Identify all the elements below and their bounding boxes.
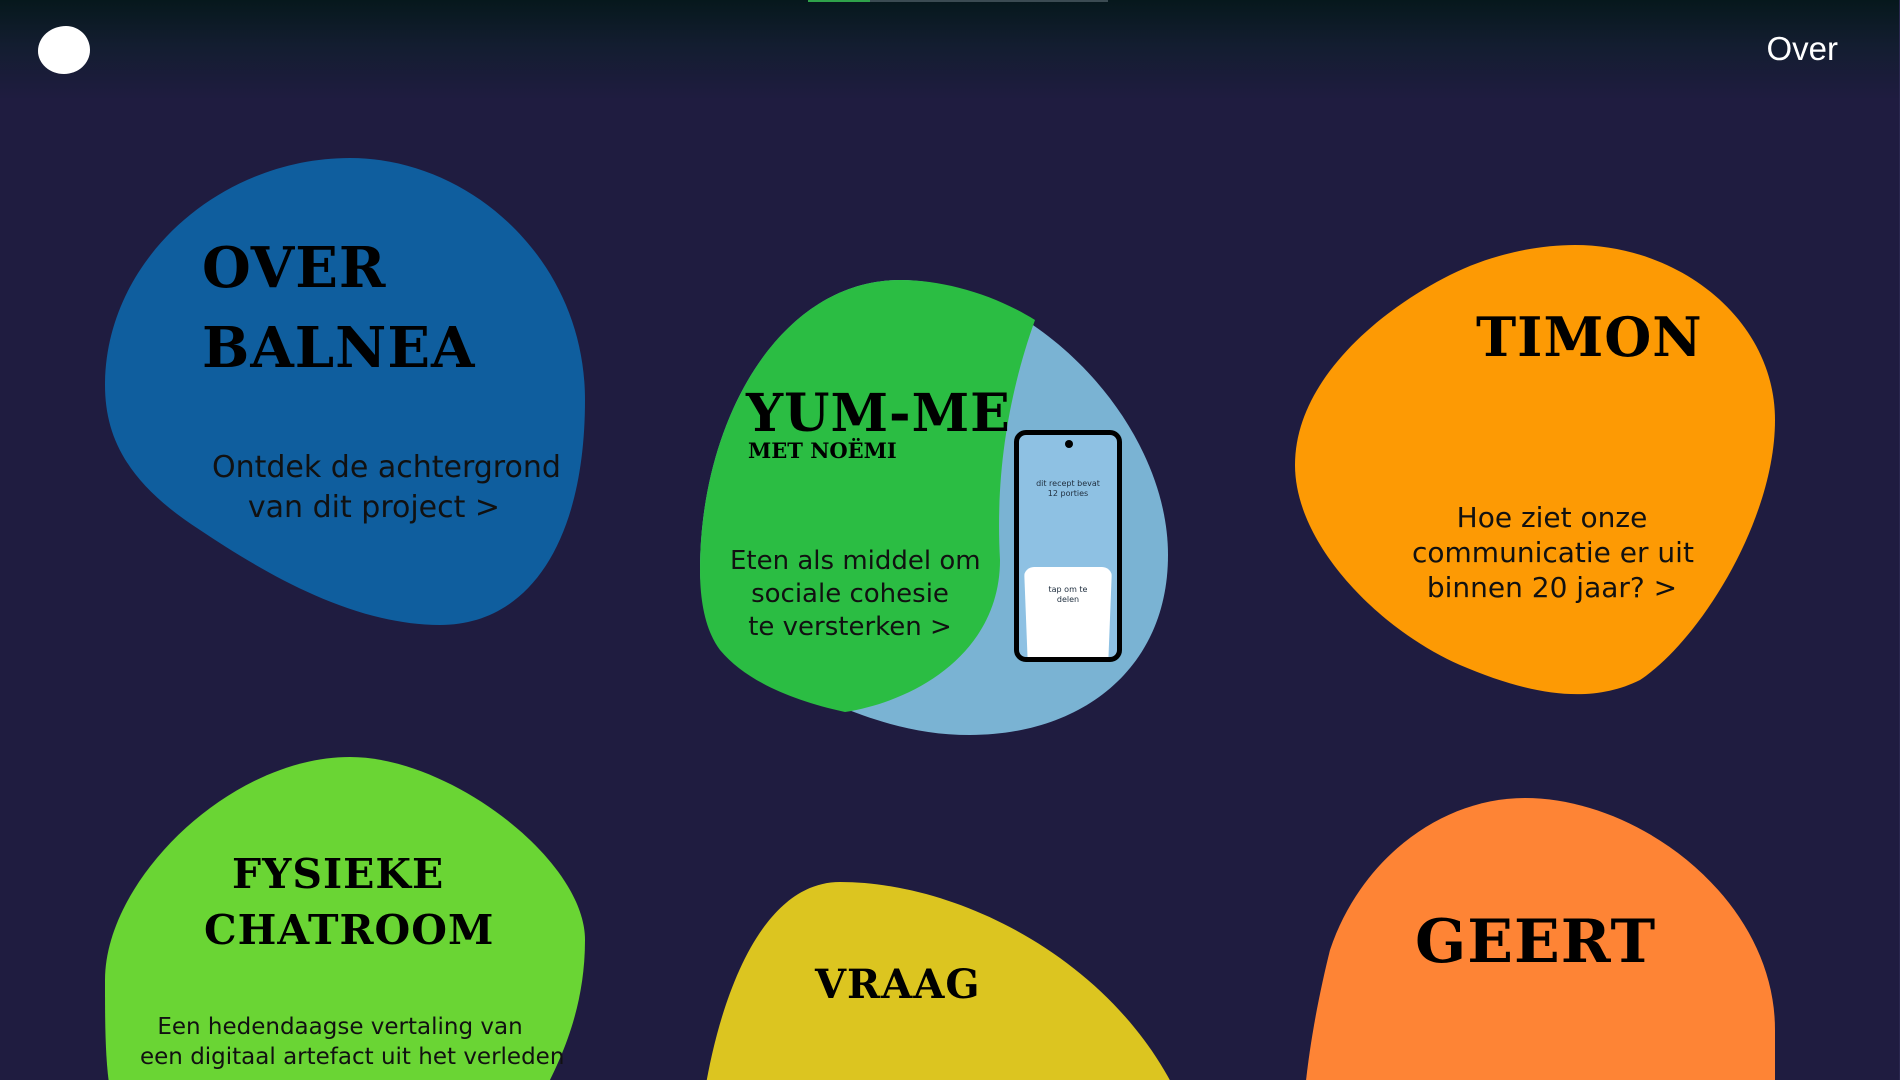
yumme-desc-line1: Eten als middel om (730, 546, 981, 576)
fysieke-chatroom-description[interactable]: Een hedendaagse vertaling van een digita… (140, 1012, 564, 1072)
yumme-description[interactable]: Eten als middel om sociale cohesie te ve… (730, 545, 981, 644)
phone-cup-graphic: tap om te delen (1024, 567, 1112, 657)
over-balnea-blob[interactable] (105, 158, 585, 625)
over-balnea-description[interactable]: Ontdek de achtergrond van dit project > (212, 448, 561, 528)
timon-desc-line2: communicatie er uit (1412, 536, 1694, 569)
fysieke-chatroom-title-line2[interactable]: CHATROOM (204, 910, 494, 951)
timon-desc-line3: binnen 20 jaar? > (1426, 571, 1678, 604)
phone-recipe-line1: dit recept bevat (1036, 479, 1100, 488)
timon-description[interactable]: Hoe ziet onze communicatie er uit binnen… (1412, 500, 1694, 605)
phone-tap-line2: delen (1056, 594, 1080, 604)
fysieke-chatroom-title-line1[interactable]: FYSIEKE (232, 854, 444, 895)
yumme-desc-line3: te versterken > (748, 612, 952, 642)
fysieke-chatroom-desc-line2: een digitaal artefact uit het verleden (140, 1044, 565, 1070)
yumme-subtitle: MET NOËMI (748, 438, 897, 463)
geert-title[interactable]: GEERT (1415, 912, 1656, 972)
vraag-title[interactable]: VRAAG (815, 965, 981, 1005)
phone-camera-icon (1065, 440, 1073, 448)
phone-screen-text: dit recept bevat 12 porties (1027, 479, 1109, 498)
phone-mockup: dit recept bevat 12 porties tap om te de… (1014, 430, 1122, 662)
over-balnea-desc-line2: van dit project > (247, 490, 501, 525)
phone-tap-line1: tap om te (1048, 585, 1088, 594)
timon-desc-line1: Hoe ziet onze (1456, 501, 1648, 534)
yumme-title[interactable]: YUM-ME (746, 388, 1011, 440)
phone-recipe-line2: 12 porties (1047, 488, 1089, 498)
over-balnea-title-line1[interactable]: OVER (202, 240, 386, 296)
over-balnea-desc-line1: Ontdek de achtergrond (212, 450, 561, 485)
fysieke-chatroom-desc-line1: Een hedendaagse vertaling van (157, 1014, 523, 1040)
yumme-desc-line2: sociale cohesie (751, 579, 949, 609)
timon-title[interactable]: TIMON (1476, 310, 1703, 364)
over-balnea-title-line2[interactable]: BALNEA (202, 320, 475, 376)
